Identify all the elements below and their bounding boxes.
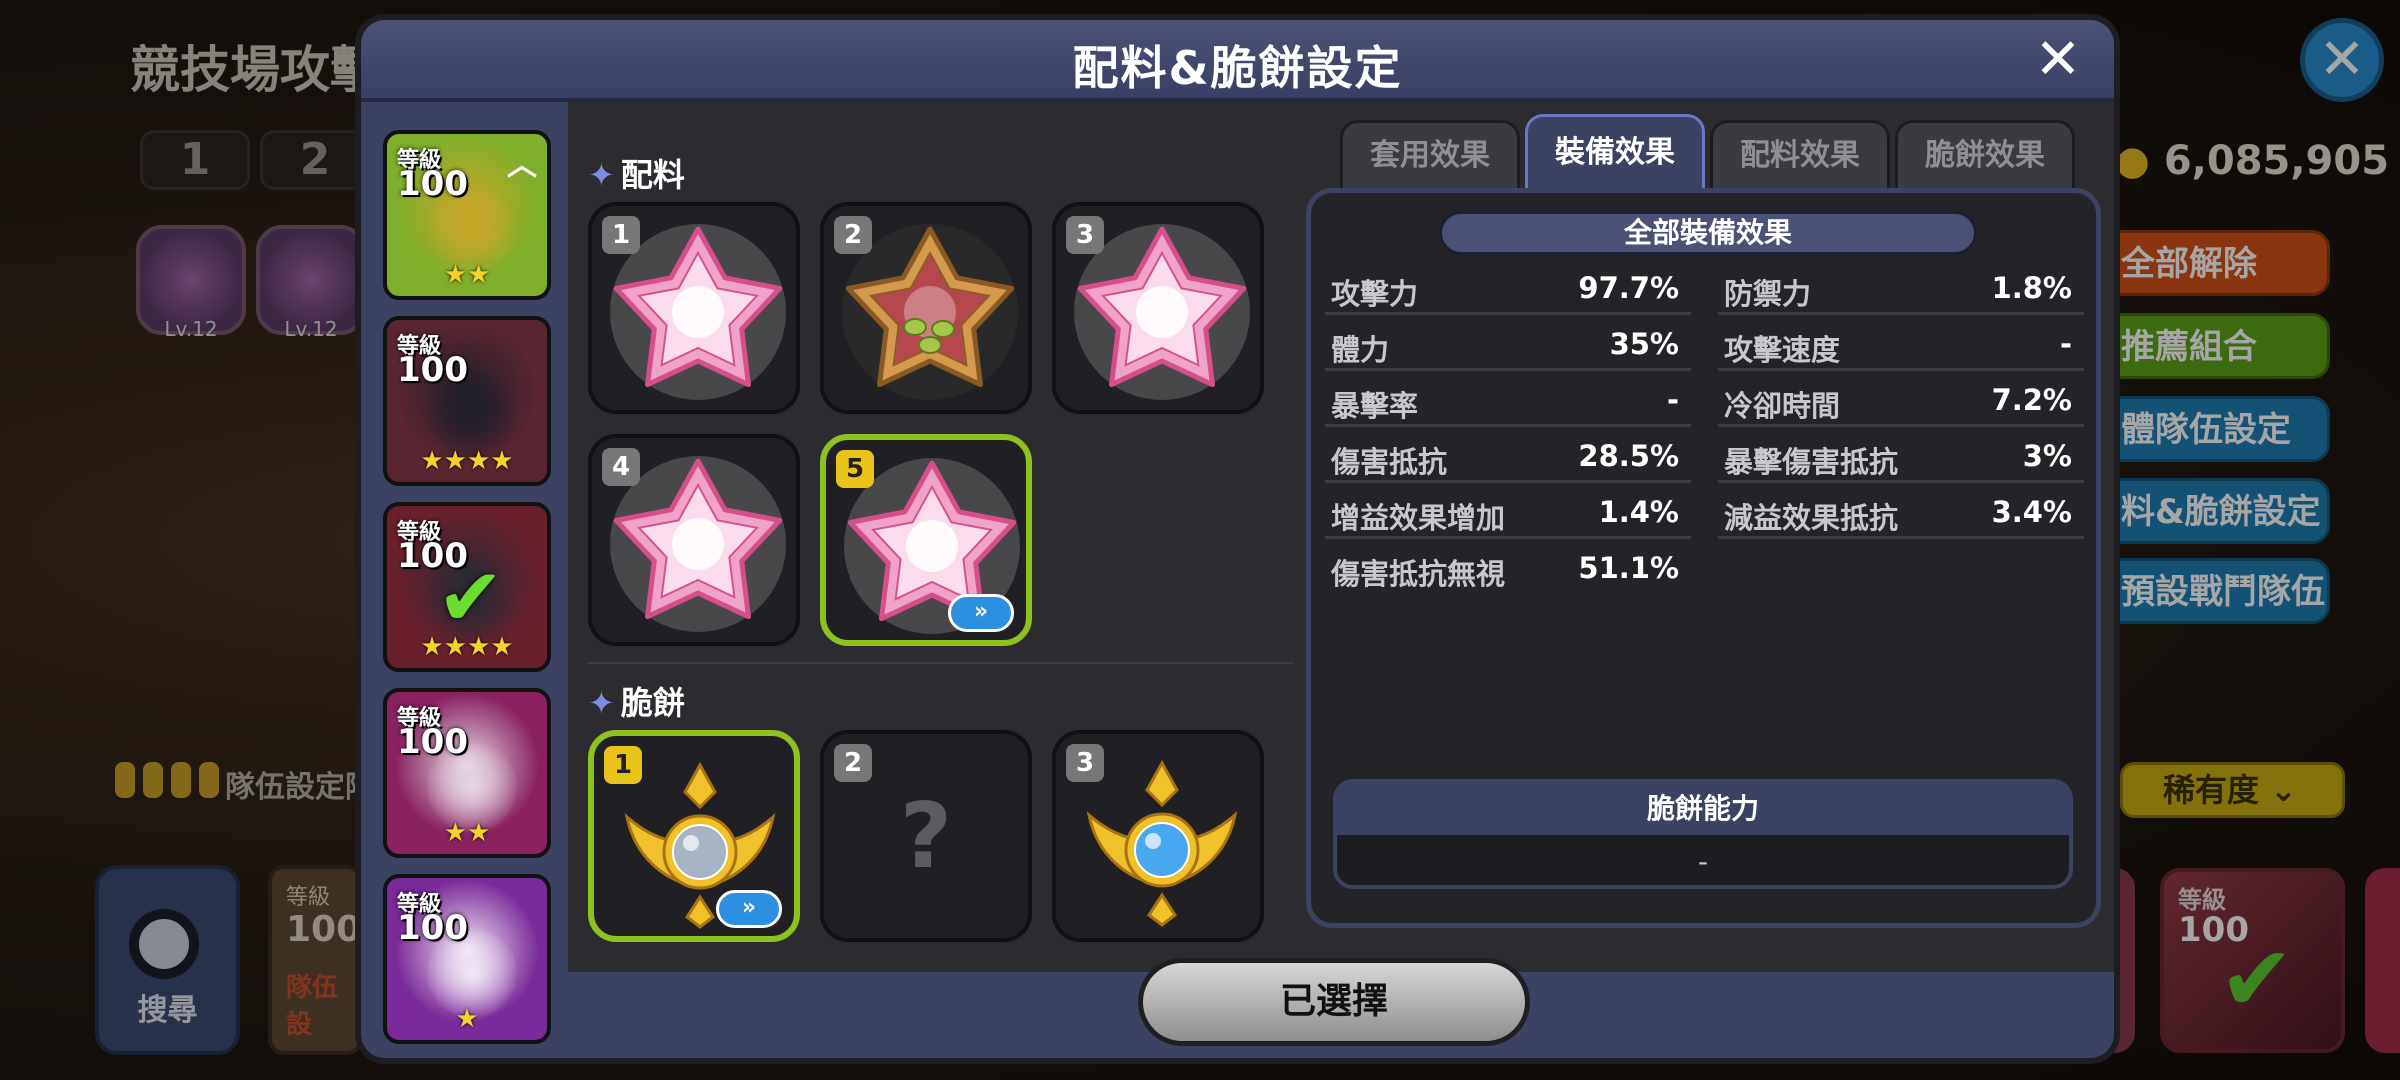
stat-row: 減益效果抵抗 3.4%	[1718, 485, 2084, 539]
stat-row: 暴擊傷害抵抗 3%	[1718, 429, 2084, 483]
stat-row: 攻擊力 97.7%	[1325, 261, 1691, 315]
tab-crisp-effects[interactable]: 脆餅效果	[1895, 120, 2075, 188]
crisp-slot-3[interactable]: 3	[1052, 730, 1264, 942]
fast-forward-icon[interactable]: »	[716, 890, 782, 928]
tab-set-effects[interactable]: 套用效果	[1340, 120, 1520, 188]
star-rating: ★★	[443, 260, 491, 290]
topping-slot-4[interactable]: 4	[588, 434, 800, 646]
dialog-footer: 已選擇	[568, 958, 2114, 1058]
topping-slot-3[interactable]: 3	[1052, 202, 1264, 414]
crisp-ability-label: 脆餅能力	[1337, 783, 2069, 835]
tab-topping-effects[interactable]: 配料效果	[1710, 120, 1890, 188]
stats-panel: 全部裝備效果 攻擊力 97.7% 體力 35% 暴擊率 - 傷害抵抗 28.5% 增益效…	[1306, 188, 2101, 928]
tab-equip-effects[interactable]: 裝備效果	[1525, 114, 1705, 188]
crisp-slot-2[interactable]: 2 ?	[820, 730, 1032, 942]
stat-row: 攻擊速度 -	[1718, 317, 2084, 371]
dialog-title: 配料&脆餅設定	[1072, 41, 1403, 95]
cookie-card-5[interactable]: 等級 100 ★	[383, 874, 551, 1044]
crisp-slot-1[interactable]: 1 »	[588, 730, 800, 942]
stat-row: 防禦力 1.8%	[1718, 261, 2084, 315]
stat-row: 冷卻時間 7.2%	[1718, 373, 2084, 427]
chevron-up-icon: ︿	[507, 148, 537, 183]
crisp-ability-value: -	[1697, 845, 1709, 878]
stat-row: 增益效果增加 1.4%	[1325, 485, 1691, 539]
cookie-list: 等級 100 ︿ ★★ 等級 100 ★★★★ 等級 100 ✔ ★★★★ 等級…	[361, 102, 568, 1058]
equipment-main: ✦ 配料 1 2 3 4 5 » ✦ 脆餅 1 » 2 ? 3 套用效果 裝備效…	[568, 102, 2114, 972]
crisps-section-label: ✦ 脆餅	[588, 684, 685, 722]
cookie-card-4[interactable]: 等級 100 ★★	[383, 688, 551, 858]
stat-row: 暴擊率 -	[1325, 373, 1691, 427]
dialog-header: 配料&脆餅設定 ✕	[361, 20, 2114, 102]
star-rating: ★★	[443, 818, 491, 848]
topping-slot-5[interactable]: 5 »	[820, 434, 1032, 646]
check-icon: ✔	[437, 551, 505, 644]
cookie-card-2[interactable]: 等級 100 ★★★★	[383, 316, 551, 486]
toppings-section-label: ✦ 配料	[588, 156, 685, 194]
section-divider	[588, 662, 1293, 664]
star-rating: ★★★★	[420, 446, 514, 476]
stat-row: 傷害抵抗 28.5%	[1325, 429, 1691, 483]
crisp-ability-box: 脆餅能力 -	[1333, 779, 2073, 889]
sparkle-icon: ✦	[588, 156, 615, 194]
selected-button[interactable]: 已選擇	[1138, 958, 1530, 1046]
cookie-card-1[interactable]: 等級 100 ︿ ★★	[383, 130, 551, 300]
stat-row: 傷害抵抗無視 51.1%	[1331, 551, 1679, 591]
question-mark-icon: ?	[899, 784, 953, 889]
stats-header: 全部裝備效果	[1439, 211, 1977, 255]
topping-slot-1[interactable]: 1	[588, 202, 800, 414]
fast-forward-icon[interactable]: »	[948, 594, 1014, 632]
close-icon[interactable]: ✕	[2030, 32, 2086, 88]
topping-slot-2[interactable]: 2	[820, 202, 1032, 414]
star-rating: ★★★★	[420, 632, 514, 662]
star-rating: ★	[455, 1004, 479, 1034]
cookie-card-3[interactable]: 等級 100 ✔ ★★★★	[383, 502, 551, 672]
sparkle-icon: ✦	[588, 684, 615, 722]
stat-row: 體力 35%	[1325, 317, 1691, 371]
topping-crisp-dialog: 配料&脆餅設定 ✕ 等級 100 ︿ ★★ 等級 100 ★★★★ 等級 100…	[355, 14, 2120, 1064]
